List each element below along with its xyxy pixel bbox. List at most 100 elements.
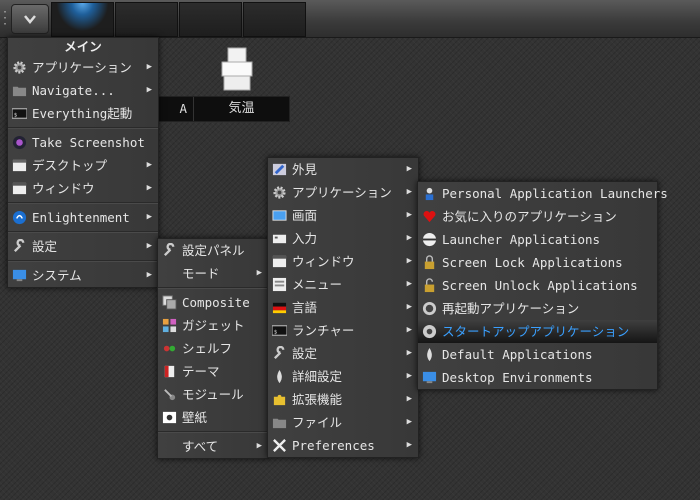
settings-item-mode[interactable]: モード ▶ xyxy=(158,262,268,285)
menu-separator xyxy=(8,202,158,204)
gear-icon xyxy=(273,186,286,199)
all-item-language[interactable]: 言語 ▶ xyxy=(268,296,418,319)
settings-item-shelf[interactable]: シェルフ xyxy=(158,337,268,360)
launcher-icon xyxy=(422,232,437,247)
settings-item-modules[interactable]: モジュール xyxy=(158,383,268,406)
settings-item-all[interactable]: すべて ▶ xyxy=(158,435,268,458)
settings-item-composite[interactable]: Composite xyxy=(158,291,268,314)
chevron-down-icon xyxy=(24,15,36,24)
shelf-handle-icon[interactable]: · · · xyxy=(2,8,8,30)
theme-icon xyxy=(164,365,175,378)
main-menu-item-system[interactable]: システム ▶ xyxy=(8,264,158,287)
lock-icon xyxy=(424,255,435,270)
settings-item-theme[interactable]: テーマ xyxy=(158,360,268,383)
wrench-icon xyxy=(163,243,175,257)
apps-item-screen-lock[interactable]: Screen Lock Applications xyxy=(418,251,657,274)
gear-icon xyxy=(13,61,26,74)
pager-desk-3[interactable] xyxy=(179,2,242,37)
settings-item-wallpaper[interactable]: 壁紙 xyxy=(158,406,268,429)
module-icon xyxy=(164,389,176,401)
heart-icon xyxy=(423,211,436,223)
window-icon xyxy=(272,255,287,268)
camera-icon xyxy=(12,135,27,150)
window-icon xyxy=(12,182,27,195)
apps-item-personal-launchers[interactable]: Personal Application Launchers xyxy=(418,182,668,205)
terminal-icon: $ xyxy=(272,325,287,336)
startup-icon xyxy=(422,324,437,339)
all-item-menu[interactable]: メニュー ▶ xyxy=(268,273,418,296)
main-menu-title: メイン xyxy=(64,39,102,54)
terminal-icon: $ xyxy=(12,108,27,119)
main-menu: メイン アプリケーション ▶ Navigate... ▶ $ Everything起… xyxy=(7,37,159,288)
shelf-icon xyxy=(163,345,176,352)
screen-icon xyxy=(272,210,287,221)
main-menu-item-enlightenment[interactable]: Enlightenment ▶ xyxy=(8,206,158,229)
apps-item-screen-unlock[interactable]: Screen Unlock Applications xyxy=(418,274,657,297)
main-menu-item-take-screenshot[interactable]: Take Screenshot xyxy=(8,131,158,154)
pager-desk-2[interactable] xyxy=(115,2,178,37)
pager-desk-4[interactable] xyxy=(243,2,306,37)
pager-desk-1[interactable] xyxy=(51,2,114,37)
main-menu-item-settings[interactable]: 設定 ▶ xyxy=(8,235,158,258)
gadget-temperature-label: 気温 xyxy=(228,101,255,116)
top-shelf: · · · xyxy=(0,0,700,38)
flag-icon xyxy=(272,302,287,314)
gadget-icon xyxy=(162,318,177,333)
all-item-appearance[interactable]: 外見 ▶ xyxy=(268,158,418,181)
drop-icon xyxy=(427,347,432,362)
drop-icon xyxy=(277,369,282,384)
wrench-icon xyxy=(273,346,285,360)
folder-icon xyxy=(272,418,287,429)
menu-separator xyxy=(8,127,158,129)
desktop-env-icon xyxy=(422,371,437,384)
applications-submenu: Personal Application Launchers お気に入りのアプリ… xyxy=(417,181,668,390)
user-icon xyxy=(425,187,434,201)
weather-cloud-icon xyxy=(221,47,253,91)
settings-item-settings-panel[interactable]: 設定パネル xyxy=(158,239,268,262)
all-item-window[interactable]: ウィンドウ ▶ xyxy=(268,250,418,273)
all-item-files[interactable]: ファイル ▶ xyxy=(268,411,418,434)
gadget-left-label: A xyxy=(179,101,187,116)
apps-item-default-applications[interactable]: Default Applications xyxy=(418,343,657,366)
puzzle-icon xyxy=(273,394,286,406)
tools-icon xyxy=(273,439,286,452)
all-item-launcher[interactable]: $ ランチャー ▶ xyxy=(268,319,418,342)
settings-item-gadgets[interactable]: ガジェット xyxy=(158,314,268,337)
menu-separator xyxy=(158,431,268,433)
settings-submenu: 設定パネル モード ▶ Composite ガジェット シェルフ テーマ モジュー… xyxy=(157,238,269,459)
restart-icon xyxy=(422,301,437,316)
menu-separator xyxy=(8,231,158,233)
all-item-preferences[interactable]: Preferences ▶ xyxy=(268,434,418,457)
menu-separator xyxy=(158,287,268,289)
apps-item-launcher-applications[interactable]: Launcher Applications xyxy=(418,228,657,251)
monitor-icon xyxy=(12,269,27,282)
desktop-icon xyxy=(12,159,27,172)
all-item-settings[interactable]: 設定 ▶ xyxy=(268,342,418,365)
all-item-screen[interactable]: 画面 ▶ xyxy=(268,204,418,227)
menu-icon xyxy=(272,277,287,292)
main-menu-item-applications[interactable]: アプリケーション ▶ xyxy=(8,56,158,79)
apps-item-restart[interactable]: 再起動アプリケーション xyxy=(418,297,657,320)
apps-item-favorites[interactable]: お気に入りのアプリケーション xyxy=(418,205,657,228)
composite-icon xyxy=(162,295,177,310)
wrench-icon xyxy=(13,239,25,253)
unlock-icon xyxy=(424,278,435,293)
all-item-input[interactable]: 入力 ▶ xyxy=(268,227,418,250)
menu-separator xyxy=(8,260,158,262)
main-menu-item-desktop[interactable]: デスクトップ ▶ xyxy=(8,154,158,177)
start-menu-button[interactable] xyxy=(11,4,49,34)
wallpaper-icon xyxy=(162,411,177,424)
appearance-icon xyxy=(272,163,287,176)
enlightenment-icon xyxy=(12,210,27,225)
all-item-applications[interactable]: アプリケーション ▶ xyxy=(268,181,418,204)
main-menu-item-everything[interactable]: $ Everything起動 xyxy=(8,102,158,125)
keyboard-icon xyxy=(272,234,287,244)
main-menu-item-window[interactable]: ウィンドウ ▶ xyxy=(8,177,158,200)
apps-item-startup[interactable]: スタートアップアプリケーション xyxy=(418,320,657,343)
all-item-advanced[interactable]: 詳細設定 ▶ xyxy=(268,365,418,388)
all-settings-submenu: 外見 ▶ アプリケーション ▶ 画面 ▶ 入力 ▶ ウィンドウ ▶ メニュー ▶ 言語 ▶ $… xyxy=(267,157,419,458)
apps-item-desktop-environments[interactable]: Desktop Environments xyxy=(418,366,657,389)
folder-icon xyxy=(12,86,27,97)
all-item-extensions[interactable]: 拡張機能 ▶ xyxy=(268,388,418,411)
main-menu-item-navigate[interactable]: Navigate... ▶ xyxy=(8,79,158,102)
